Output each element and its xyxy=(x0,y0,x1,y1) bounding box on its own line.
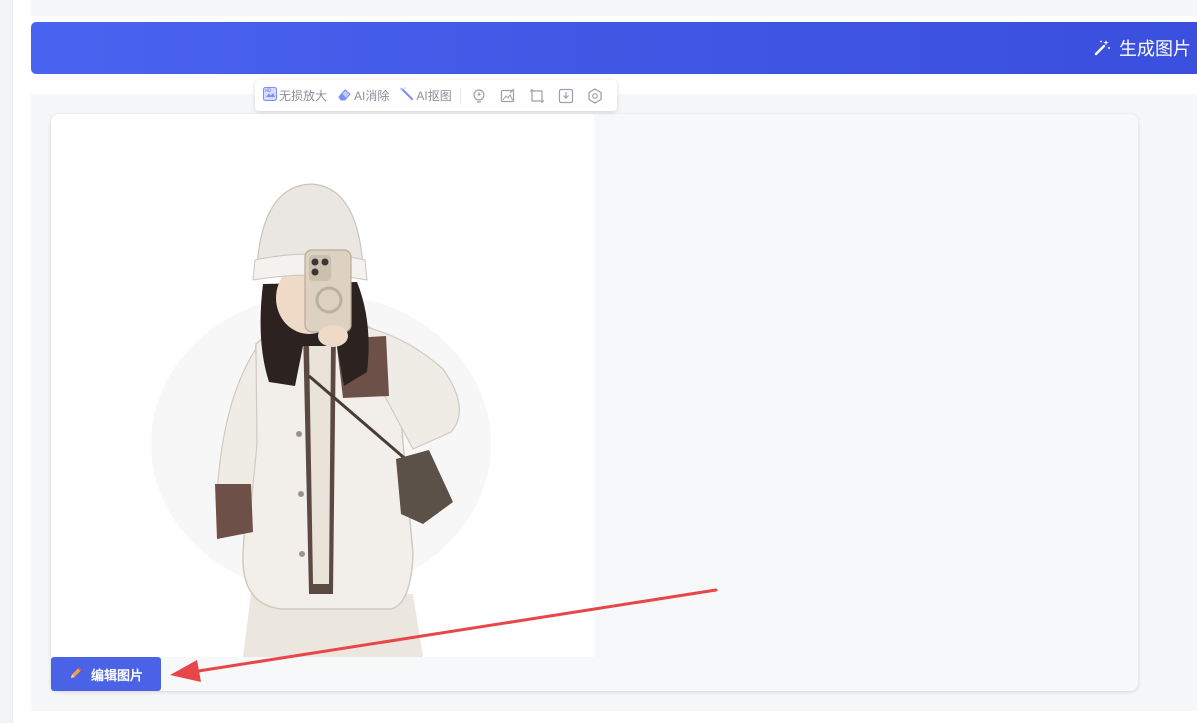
top-area xyxy=(31,0,1197,16)
ai-cutout-button[interactable]: AI抠图 xyxy=(399,87,452,104)
toolbar-divider xyxy=(459,88,461,103)
crop-icon[interactable] xyxy=(529,88,545,104)
generate-label: 生成图片 xyxy=(1119,39,1191,59)
result-image[interactable] xyxy=(51,114,594,657)
left-rail xyxy=(0,0,13,723)
image-toolbar: HD 无损放大 AI消除 AI抠图 xyxy=(255,80,617,111)
ai-erase-label: AI消除 xyxy=(354,89,390,103)
settings-icon[interactable] xyxy=(587,87,603,104)
image-edit-icon[interactable] xyxy=(500,88,516,104)
svg-text:HD: HD xyxy=(265,88,271,93)
ai-cutout-label: AI抠图 xyxy=(416,89,452,103)
download-icon[interactable] xyxy=(558,88,574,104)
hd-upscale-button[interactable]: HD 无损放大 xyxy=(263,87,327,104)
hd-upscale-label: 无损放大 xyxy=(279,89,328,103)
magic-wand-icon xyxy=(1093,39,1111,57)
person-photo xyxy=(151,183,491,657)
bulb-icon[interactable] xyxy=(471,88,487,104)
generate-button[interactable]: 生成图片 xyxy=(1093,22,1191,74)
generate-bar: 生成图片 xyxy=(31,22,1197,74)
edit-image-button[interactable]: 编辑图片 xyxy=(51,657,161,691)
cutout-wand-icon xyxy=(399,87,414,104)
eraser-icon xyxy=(337,88,352,104)
edit-image-label: 编辑图片 xyxy=(90,667,143,683)
hd-icon: HD xyxy=(263,87,277,104)
ai-erase-button[interactable]: AI消除 xyxy=(337,87,389,104)
pencil-icon xyxy=(69,666,83,683)
